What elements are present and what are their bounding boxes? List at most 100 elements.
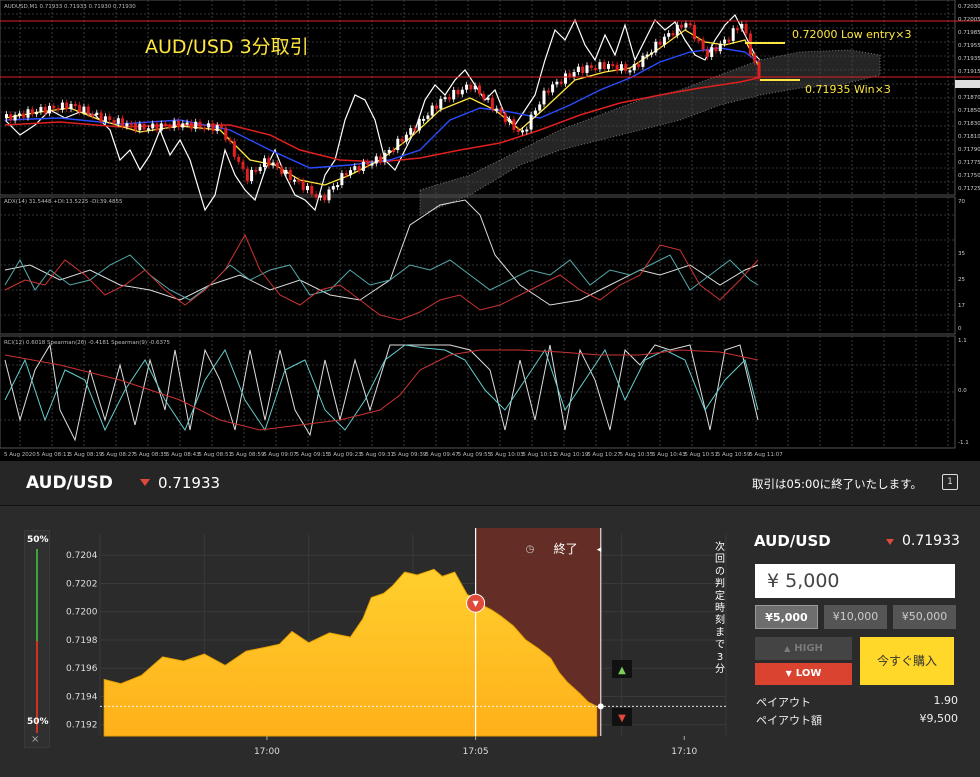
candle-body	[727, 39, 731, 42]
candle-body	[159, 123, 163, 131]
candle-body	[490, 97, 494, 110]
candle-body	[82, 106, 86, 113]
price-tick-label: 0.71830	[958, 121, 980, 127]
adx-tick-label: 70	[958, 199, 965, 205]
down-arrow-icon	[886, 539, 894, 545]
low-button[interactable]: ▼ LOW	[755, 663, 852, 685]
candle-body	[318, 195, 322, 198]
payout-amount-label: ペイアウト額	[756, 714, 822, 727]
amount-input[interactable]: ¥ 5,000	[755, 564, 955, 598]
candle-body	[336, 185, 340, 188]
candle-body	[194, 121, 198, 129]
minus-di-line	[4, 233, 759, 321]
preset-5000-button[interactable]: ¥5,000	[755, 605, 818, 629]
candle-body	[387, 149, 391, 153]
candle-body	[456, 89, 460, 95]
time-tick-label: 5 Aug 10:51	[684, 452, 718, 458]
candle-body	[594, 67, 598, 70]
candle-body	[383, 152, 387, 163]
preset-50000-button[interactable]: ¥50,000	[893, 605, 956, 629]
candle-body	[404, 134, 408, 142]
candle-body	[17, 113, 21, 116]
high-button[interactable]: ▲ HIGH	[755, 637, 852, 660]
countdown-char: 回	[715, 553, 725, 565]
candle-body	[512, 119, 516, 130]
time-tick-label: 5 Aug 10:11	[522, 452, 556, 458]
candle-body	[99, 112, 103, 122]
candle-body	[564, 73, 567, 84]
candle-body	[671, 33, 675, 36]
area-chart-svg: 0.7204 0.7202 0.7200 0.7198 0.7196 0.7194 0.71…	[56, 528, 736, 762]
candle-body	[688, 23, 692, 26]
candle-body	[589, 65, 593, 68]
candle-body	[73, 103, 77, 106]
end-label: 終了	[554, 541, 578, 556]
rci-tick-label: 0.0	[958, 388, 967, 394]
candle-body	[112, 120, 116, 124]
countdown-char: 判	[715, 578, 725, 590]
candle-body	[30, 109, 34, 115]
candle-body	[60, 102, 64, 110]
time-tick-label: 5 Aug 11:07	[749, 452, 783, 458]
candle-body	[189, 122, 193, 129]
time-tick-label: 5 Aug 08:43	[166, 452, 200, 458]
time-tick-label: 5 Aug 2020	[4, 452, 36, 458]
candle-body	[482, 93, 486, 100]
adx-tick-label: 25	[958, 277, 965, 283]
candle-body	[680, 24, 684, 28]
window-count-icon[interactable]: 1	[942, 474, 958, 490]
candle-body	[78, 104, 82, 113]
platform-topbar: AUD/USD 0.71933 取引は05:00に終了いたします。 1	[0, 461, 980, 506]
close-icon[interactable]: ×	[31, 734, 39, 745]
candle-body	[267, 158, 271, 166]
candle-body	[280, 167, 284, 174]
candle-body	[48, 105, 51, 114]
candle-body	[693, 24, 696, 40]
mt4-chart-window: 0.72000 Low entry×3 0.71935 Win×3 AUD/US…	[0, 0, 980, 461]
candle-body	[121, 118, 125, 127]
candle-body	[293, 179, 297, 182]
candle-body	[516, 129, 520, 132]
candle-body	[619, 64, 623, 71]
time-tick-label: 5 Aug 09:07	[263, 452, 297, 458]
candle-body	[409, 128, 413, 135]
candle-body	[43, 106, 47, 114]
candle-body	[172, 120, 176, 128]
time-tick-label: 5 Aug 10:59	[717, 452, 751, 458]
candle-body	[675, 24, 679, 36]
candle-body	[241, 161, 245, 169]
candle-body	[667, 33, 671, 37]
countdown-char: ま	[715, 626, 725, 638]
candle-body	[426, 115, 430, 119]
title-overlay: AUD/USD 3分取引	[145, 36, 309, 58]
current-point	[597, 703, 604, 710]
price-chart[interactable]: 0.7204 0.7202 0.7200 0.7198 0.7196 0.7194 0.71…	[56, 528, 736, 762]
payout-amount-value: ¥9,500	[919, 712, 959, 725]
candle-body	[542, 90, 546, 105]
time-tick-label: 5 Aug 08:35	[134, 452, 168, 458]
y-tick-label: 0.7198	[66, 636, 98, 646]
candle-body	[645, 54, 649, 57]
countdown-char: 次	[715, 540, 725, 553]
time-tick-label: 5 Aug 10:19	[555, 452, 589, 458]
candle-body	[306, 186, 309, 191]
candle-body	[91, 114, 94, 117]
candle-body	[56, 108, 60, 111]
time-tick-label: 5 Aug 10:27	[587, 452, 621, 458]
candle-body	[529, 114, 533, 130]
candle-body	[710, 47, 714, 57]
candle-body	[314, 194, 318, 198]
time-tick-label: 5 Aug 08:19	[69, 452, 103, 458]
buy-now-button[interactable]: 今すぐ購入	[860, 637, 954, 685]
preset-10000-button[interactable]: ¥10,000	[824, 605, 887, 629]
candle-body	[185, 122, 189, 125]
candle-body	[521, 130, 524, 133]
adx-tick-label: 35	[958, 251, 965, 257]
countdown-char: で	[715, 640, 725, 651]
countdown-char: 3	[717, 652, 723, 663]
high-label: HIGH	[794, 643, 823, 654]
candle-body	[142, 123, 146, 130]
candle-body	[684, 23, 688, 28]
candle-body	[155, 123, 159, 131]
candle-body	[417, 118, 421, 131]
